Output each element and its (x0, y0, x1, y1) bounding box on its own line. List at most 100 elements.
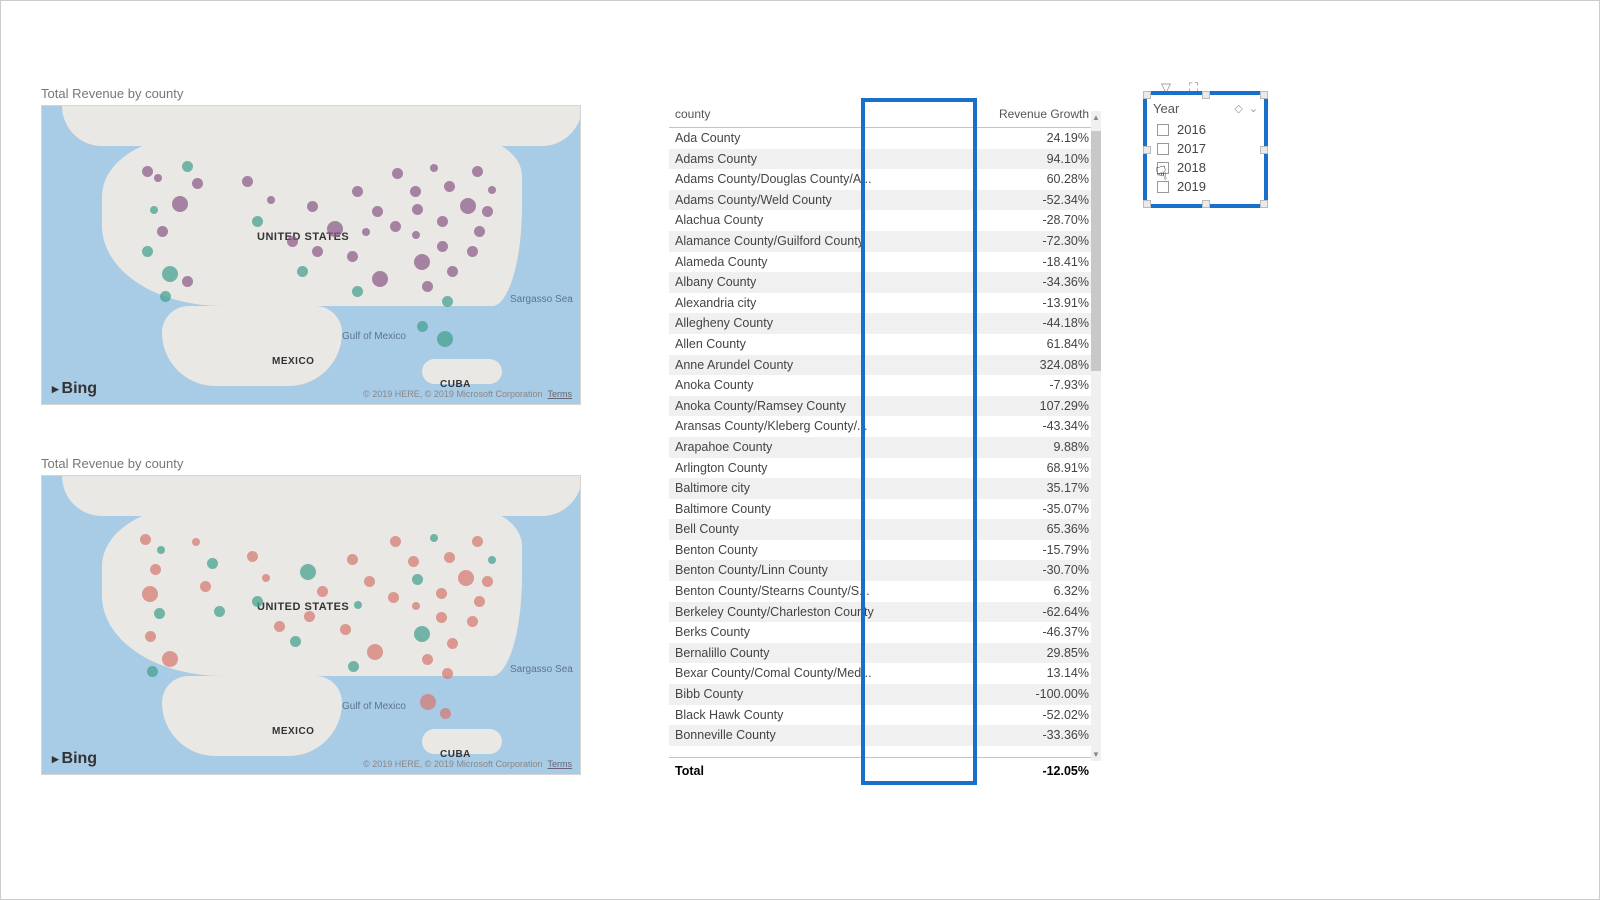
cell-revenue-growth: 324.08% (981, 358, 1099, 373)
resize-handle[interactable] (1260, 146, 1268, 154)
checkbox-icon[interactable] (1157, 143, 1169, 155)
slicer-item-label: 2016 (1177, 122, 1206, 137)
table-row[interactable]: Arlington County68.91% (669, 458, 1099, 479)
scroll-down-icon[interactable]: ▼ (1092, 750, 1100, 759)
table-row[interactable]: Albany County-34.36% (669, 272, 1099, 293)
table-row[interactable]: Baltimore city35.17% (669, 478, 1099, 499)
eraser-icon[interactable]: ◇ (1234, 102, 1242, 115)
table-row[interactable]: Alexandria city-13.91% (669, 293, 1099, 314)
table-row[interactable]: Alachua County-28.70% (669, 210, 1099, 231)
table-row[interactable]: Alamance County/Guilford County-72.30% (669, 231, 1099, 252)
cell-revenue-growth: -72.30% (981, 234, 1099, 249)
cell-revenue-growth: -52.34% (981, 193, 1099, 208)
map-canvas-2[interactable]: UNITED STATES MEXICO CUBA Gulf of Mexico… (41, 475, 581, 775)
revenue-growth-table[interactable]: county Revenue Growth Ada County24.19%Ad… (669, 101, 1099, 781)
slicer-item-2017[interactable]: 2017 (1153, 139, 1258, 158)
slicer-item-2018[interactable]: 2018 (1153, 158, 1258, 177)
table-row[interactable]: Arapahoe County9.88% (669, 437, 1099, 458)
map-bubbles-1 (42, 106, 580, 404)
slicer-title: Year (1153, 101, 1179, 116)
cell-revenue-growth: 6.32% (981, 584, 1099, 599)
column-header-revenue-growth[interactable]: Revenue Growth (981, 107, 1099, 121)
map-visual-1[interactable]: Total Revenue by county UNITED STATES ME… (41, 86, 581, 405)
cell-revenue-growth: -15.79% (981, 543, 1099, 558)
scroll-up-icon[interactable]: ▲ (1092, 113, 1100, 122)
map-terms-link[interactable]: Terms (548, 759, 573, 769)
cell-county: Alamance County/Guilford County (669, 234, 981, 249)
cell-county: Albany County (669, 275, 981, 290)
cell-county: Adams County/Douglas County/A... (669, 172, 981, 187)
resize-handle[interactable] (1143, 146, 1151, 154)
resize-handle[interactable] (1202, 200, 1210, 208)
checkbox-icon[interactable] (1157, 181, 1169, 193)
checkbox-icon[interactable] (1157, 162, 1169, 174)
table-row[interactable]: Bibb County-100.00% (669, 684, 1099, 705)
map-bubbles-2 (42, 476, 580, 774)
table-row[interactable]: Benton County/Stearns County/S...6.32% (669, 581, 1099, 602)
table-row[interactable]: Black Hawk County-52.02% (669, 705, 1099, 726)
cell-county: Alameda County (669, 255, 981, 270)
table-row[interactable]: Bernalillo County29.85% (669, 643, 1099, 664)
total-value: -12.05% (981, 764, 1099, 778)
scroll-thumb[interactable] (1091, 131, 1101, 371)
table-row[interactable]: Aransas County/Kleberg County/...-43.34% (669, 416, 1099, 437)
resize-handle[interactable] (1260, 91, 1268, 99)
table-row[interactable]: Adams County94.10% (669, 149, 1099, 170)
cell-revenue-growth: 68.91% (981, 461, 1099, 476)
resize-handle[interactable] (1143, 200, 1151, 208)
table-row[interactable]: Benton County-15.79% (669, 540, 1099, 561)
table-row[interactable]: Berkeley County/Charleston County-62.64% (669, 602, 1099, 623)
cell-county: Alachua County (669, 213, 981, 228)
table-row[interactable]: Adams County/Weld County-52.34% (669, 190, 1099, 211)
table-row[interactable]: Berks County-46.37% (669, 622, 1099, 643)
cell-revenue-growth: 29.85% (981, 646, 1099, 661)
map-visual-2[interactable]: Total Revenue by county UNITED STATES ME… (41, 456, 581, 775)
cell-revenue-growth: -13.91% (981, 296, 1099, 311)
year-slicer[interactable]: Year ◇ ⌄ 2016 201720182019 (1143, 91, 1268, 208)
table-row[interactable]: Allegheny County-44.18% (669, 313, 1099, 334)
cell-revenue-growth: -46.37% (981, 625, 1099, 640)
map-terms-link[interactable]: Terms (548, 389, 573, 399)
table-row[interactable]: Benton County/Linn County-30.70% (669, 560, 1099, 581)
table-row[interactable]: Bell County65.36% (669, 519, 1099, 540)
cell-county: Aransas County/Kleberg County/... (669, 419, 981, 434)
table-row[interactable]: Anoka County-7.93% (669, 375, 1099, 396)
cell-county: Adams County/Weld County (669, 193, 981, 208)
chevron-down-icon[interactable]: ⌄ (1249, 102, 1258, 115)
cell-revenue-growth: -33.36% (981, 728, 1099, 743)
resize-handle[interactable] (1143, 91, 1151, 99)
slicer-item-2019[interactable]: 2019 (1153, 177, 1258, 196)
map-title-2: Total Revenue by county (41, 456, 581, 471)
cell-county: Berks County (669, 625, 981, 640)
table-row[interactable]: Adams County/Douglas County/A...60.28% (669, 169, 1099, 190)
cell-revenue-growth: 24.19% (981, 131, 1099, 146)
table-total-row: Total -12.05% (669, 757, 1099, 781)
resize-handle[interactable] (1260, 200, 1268, 208)
table-row[interactable]: Bexar County/Comal County/Med...13.14% (669, 663, 1099, 684)
table-row[interactable]: Alameda County-18.41% (669, 252, 1099, 273)
cell-revenue-growth: 9.88% (981, 440, 1099, 455)
slicer-item-2016[interactable]: 2016 (1153, 120, 1258, 139)
cell-county: Arlington County (669, 461, 981, 476)
cell-revenue-growth: -62.64% (981, 605, 1099, 620)
map-canvas-1[interactable]: UNITED STATES MEXICO CUBA Gulf of Mexico… (41, 105, 581, 405)
table-row[interactable]: Anoka County/Ramsey County107.29% (669, 396, 1099, 417)
cell-county: Benton County (669, 543, 981, 558)
table-row[interactable]: Ada County24.19% (669, 128, 1099, 149)
cell-county: Black Hawk County (669, 708, 981, 723)
checkbox-icon[interactable] (1157, 124, 1169, 136)
table-scrollbar[interactable]: ▲ ▼ (1091, 111, 1101, 761)
cell-county: Baltimore city (669, 481, 981, 496)
table-row[interactable]: Anne Arundel County324.08% (669, 355, 1099, 376)
total-label: Total (669, 764, 981, 778)
resize-handle[interactable] (1202, 91, 1210, 99)
cell-revenue-growth: 35.17% (981, 481, 1099, 496)
table-row[interactable]: Bonneville County-33.36% (669, 725, 1099, 746)
cell-county: Bexar County/Comal County/Med... (669, 666, 981, 681)
column-header-county[interactable]: county (669, 107, 981, 121)
cell-revenue-growth: 65.36% (981, 522, 1099, 537)
table-row[interactable]: Baltimore County-35.07% (669, 499, 1099, 520)
table-row[interactable]: Allen County61.84% (669, 334, 1099, 355)
map-attribution: © 2019 HERE, © 2019 Microsoft Corporatio… (363, 389, 572, 399)
cell-county: Benton County/Linn County (669, 563, 981, 578)
